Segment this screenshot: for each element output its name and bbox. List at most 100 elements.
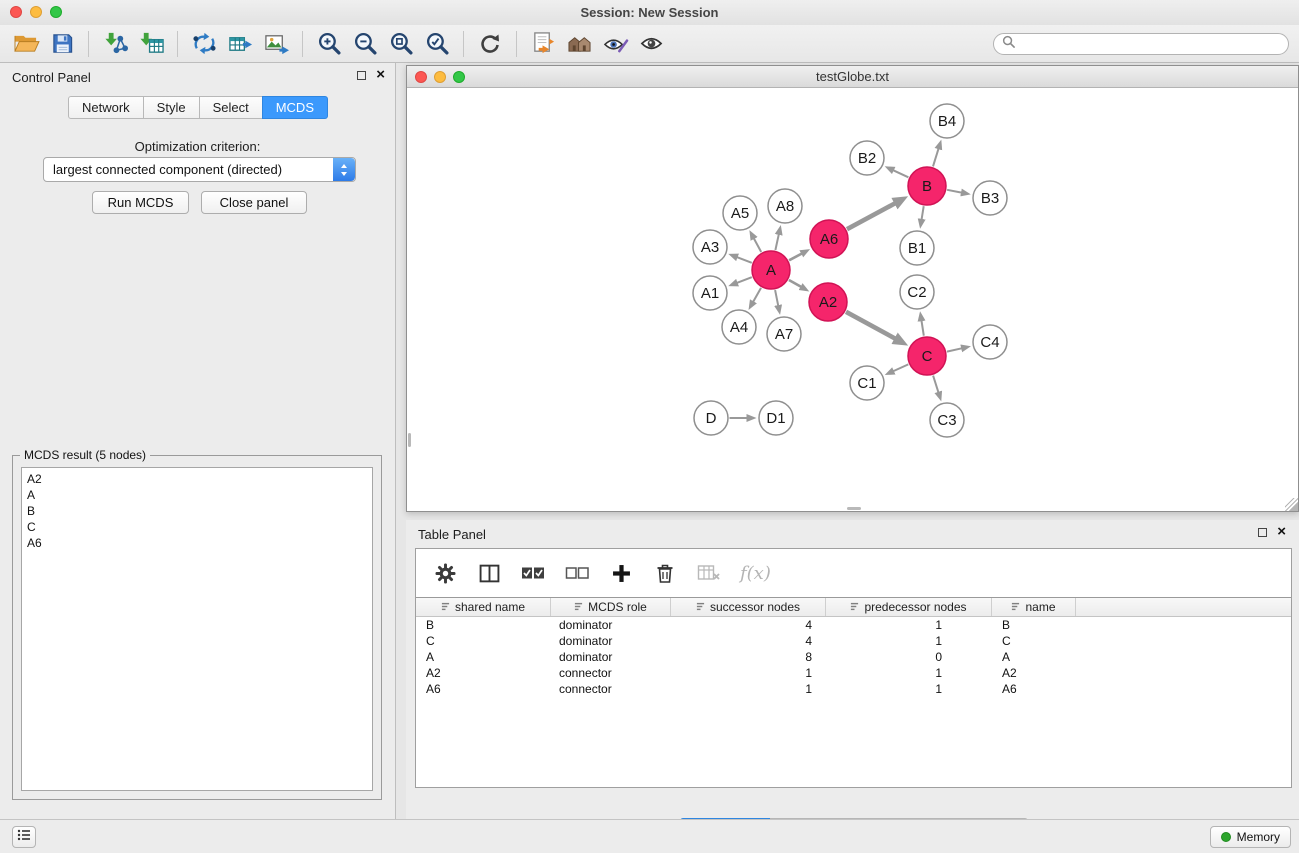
node-B4[interactable]: B4 — [930, 104, 964, 138]
node-A7[interactable]: A7 — [767, 317, 801, 351]
node-D[interactable]: D — [694, 401, 728, 435]
delete-icon[interactable] — [652, 559, 678, 587]
resize-grip[interactable] — [1285, 498, 1298, 511]
export-image-icon[interactable] — [258, 29, 294, 59]
settings-gear-icon[interactable] — [432, 559, 458, 587]
horizontal-scroll-nub[interactable] — [847, 507, 861, 510]
edge-B-B4[interactable] — [933, 149, 939, 167]
tab-select[interactable]: Select — [199, 96, 263, 119]
tab-network[interactable]: Network — [68, 96, 144, 119]
search-input[interactable] — [1020, 35, 1288, 53]
close-table-panel-icon[interactable]: × — [1277, 526, 1286, 538]
add-icon[interactable] — [608, 559, 634, 587]
tab-mcds[interactable]: MCDS — [262, 96, 328, 119]
edge-B-B2[interactable] — [893, 170, 908, 177]
select-all-icon[interactable] — [520, 559, 546, 587]
node-A6[interactable]: A6 — [810, 220, 848, 258]
node-A8[interactable]: A8 — [768, 189, 802, 223]
edge-A-A7[interactable] — [775, 290, 778, 306]
save-session-icon[interactable] — [44, 29, 80, 59]
table-row[interactable]: Adominator80A — [416, 649, 1291, 665]
column-header-name[interactable]: name — [992, 598, 1076, 616]
memory-button[interactable]: Memory — [1210, 826, 1291, 848]
delete-table-icon[interactable] — [696, 559, 722, 587]
hide-panels-icon[interactable] — [561, 29, 597, 59]
edge-C-C1[interactable] — [893, 364, 908, 371]
zoom-out-icon[interactable] — [347, 29, 383, 59]
node-C1[interactable]: C1 — [850, 366, 884, 400]
close-panel-icon[interactable]: × — [376, 69, 385, 81]
memory-label: Memory — [1237, 830, 1280, 844]
node-B2[interactable]: B2 — [850, 141, 884, 175]
float-table-panel-icon[interactable] — [1258, 528, 1267, 537]
node-B[interactable]: B — [908, 167, 946, 205]
vertical-scroll-nub[interactable] — [408, 433, 411, 447]
edge-B-B1[interactable] — [922, 206, 924, 219]
mcds-result-item[interactable]: A2 — [22, 471, 372, 487]
column-header-successor-nodes[interactable]: successor nodes — [671, 598, 826, 616]
edge-A2-C[interactable] — [846, 312, 895, 339]
node-A[interactable]: A — [752, 251, 790, 289]
refresh-layout-icon[interactable] — [472, 29, 508, 59]
node-C[interactable]: C — [908, 337, 946, 375]
optimization-criterion-select[interactable]: largest connected component (directed) — [43, 157, 356, 182]
node-C2[interactable]: C2 — [900, 275, 934, 309]
style-visibility-icon[interactable] — [597, 29, 633, 59]
edge-A-A8[interactable] — [775, 234, 778, 250]
table-row[interactable]: A6connector11A6 — [416, 681, 1291, 697]
tab-style[interactable]: Style — [143, 96, 200, 119]
node-D1[interactable]: D1 — [759, 401, 793, 435]
mcds-result-item[interactable]: A6 — [22, 535, 372, 551]
edge-C-C3[interactable] — [933, 376, 938, 393]
edge-A-A1[interactable] — [737, 277, 752, 283]
node-C3[interactable]: C3 — [930, 403, 964, 437]
open-file-icon[interactable] — [8, 29, 44, 59]
mcds-result-list[interactable]: A2ABCA6 — [21, 467, 373, 791]
edge-C-C4[interactable] — [947, 348, 962, 351]
deselect-all-icon[interactable] — [564, 559, 590, 587]
show-columns-icon[interactable] — [476, 559, 502, 587]
close-panel-button[interactable]: Close panel — [201, 191, 307, 214]
edge-A-A2[interactable] — [789, 280, 801, 287]
edge-A-A5[interactable] — [754, 239, 761, 253]
column-header-mcds-role[interactable]: MCDS role — [551, 598, 671, 616]
network-overview-icon[interactable] — [525, 29, 561, 59]
node-A5[interactable]: A5 — [723, 196, 757, 230]
zoom-selected-icon[interactable] — [419, 29, 455, 59]
edge-B-B3[interactable] — [947, 190, 961, 193]
node-A2[interactable]: A2 — [809, 283, 847, 321]
mcds-result-item[interactable]: B — [22, 503, 372, 519]
table-row[interactable]: Bdominator41B — [416, 617, 1291, 633]
node-B1[interactable]: B1 — [900, 231, 934, 265]
table-row[interactable]: Cdominator41C — [416, 633, 1291, 649]
node-A4[interactable]: A4 — [722, 310, 756, 344]
zoom-in-icon[interactable] — [311, 29, 347, 59]
graphics-details-icon[interactable] — [633, 29, 669, 59]
edge-A-A3[interactable] — [737, 257, 752, 263]
network-window-titlebar[interactable]: testGlobe.txt — [407, 66, 1298, 88]
edge-C-C2[interactable] — [922, 321, 924, 336]
edge-A6-B[interactable] — [847, 203, 895, 229]
node-A1[interactable]: A1 — [693, 276, 727, 310]
float-panel-icon[interactable] — [357, 71, 366, 80]
table-row[interactable]: A2connector11A2 — [416, 665, 1291, 681]
function-builder-button[interactable]: f(x) — [740, 563, 771, 584]
table-cell: dominator — [551, 617, 671, 633]
node-A3[interactable]: A3 — [693, 230, 727, 264]
task-history-button[interactable] — [12, 826, 36, 848]
import-network-icon[interactable] — [97, 29, 133, 59]
column-header-predecessor-nodes[interactable]: predecessor nodes — [826, 598, 992, 616]
export-network-icon[interactable] — [186, 29, 222, 59]
node-B3[interactable]: B3 — [973, 181, 1007, 215]
mcds-result-item[interactable]: A — [22, 487, 372, 503]
import-table-icon[interactable] — [133, 29, 169, 59]
mcds-result-item[interactable]: C — [22, 519, 372, 535]
run-mcds-button[interactable]: Run MCDS — [92, 191, 189, 214]
edge-A-A4[interactable] — [753, 288, 761, 302]
network-canvas[interactable]: A A2 A6 B C A1 A3 A4 A5 A7 A8 B1 B2 B3 B4 C1 C2 C3 C4 D D1 — [407, 89, 1298, 511]
export-table-icon[interactable] — [222, 29, 258, 59]
edge-A-A6[interactable] — [789, 254, 802, 261]
zoom-fit-icon[interactable] — [383, 29, 419, 59]
node-C4[interactable]: C4 — [973, 325, 1007, 359]
column-header-shared-name[interactable]: shared name — [416, 598, 551, 616]
